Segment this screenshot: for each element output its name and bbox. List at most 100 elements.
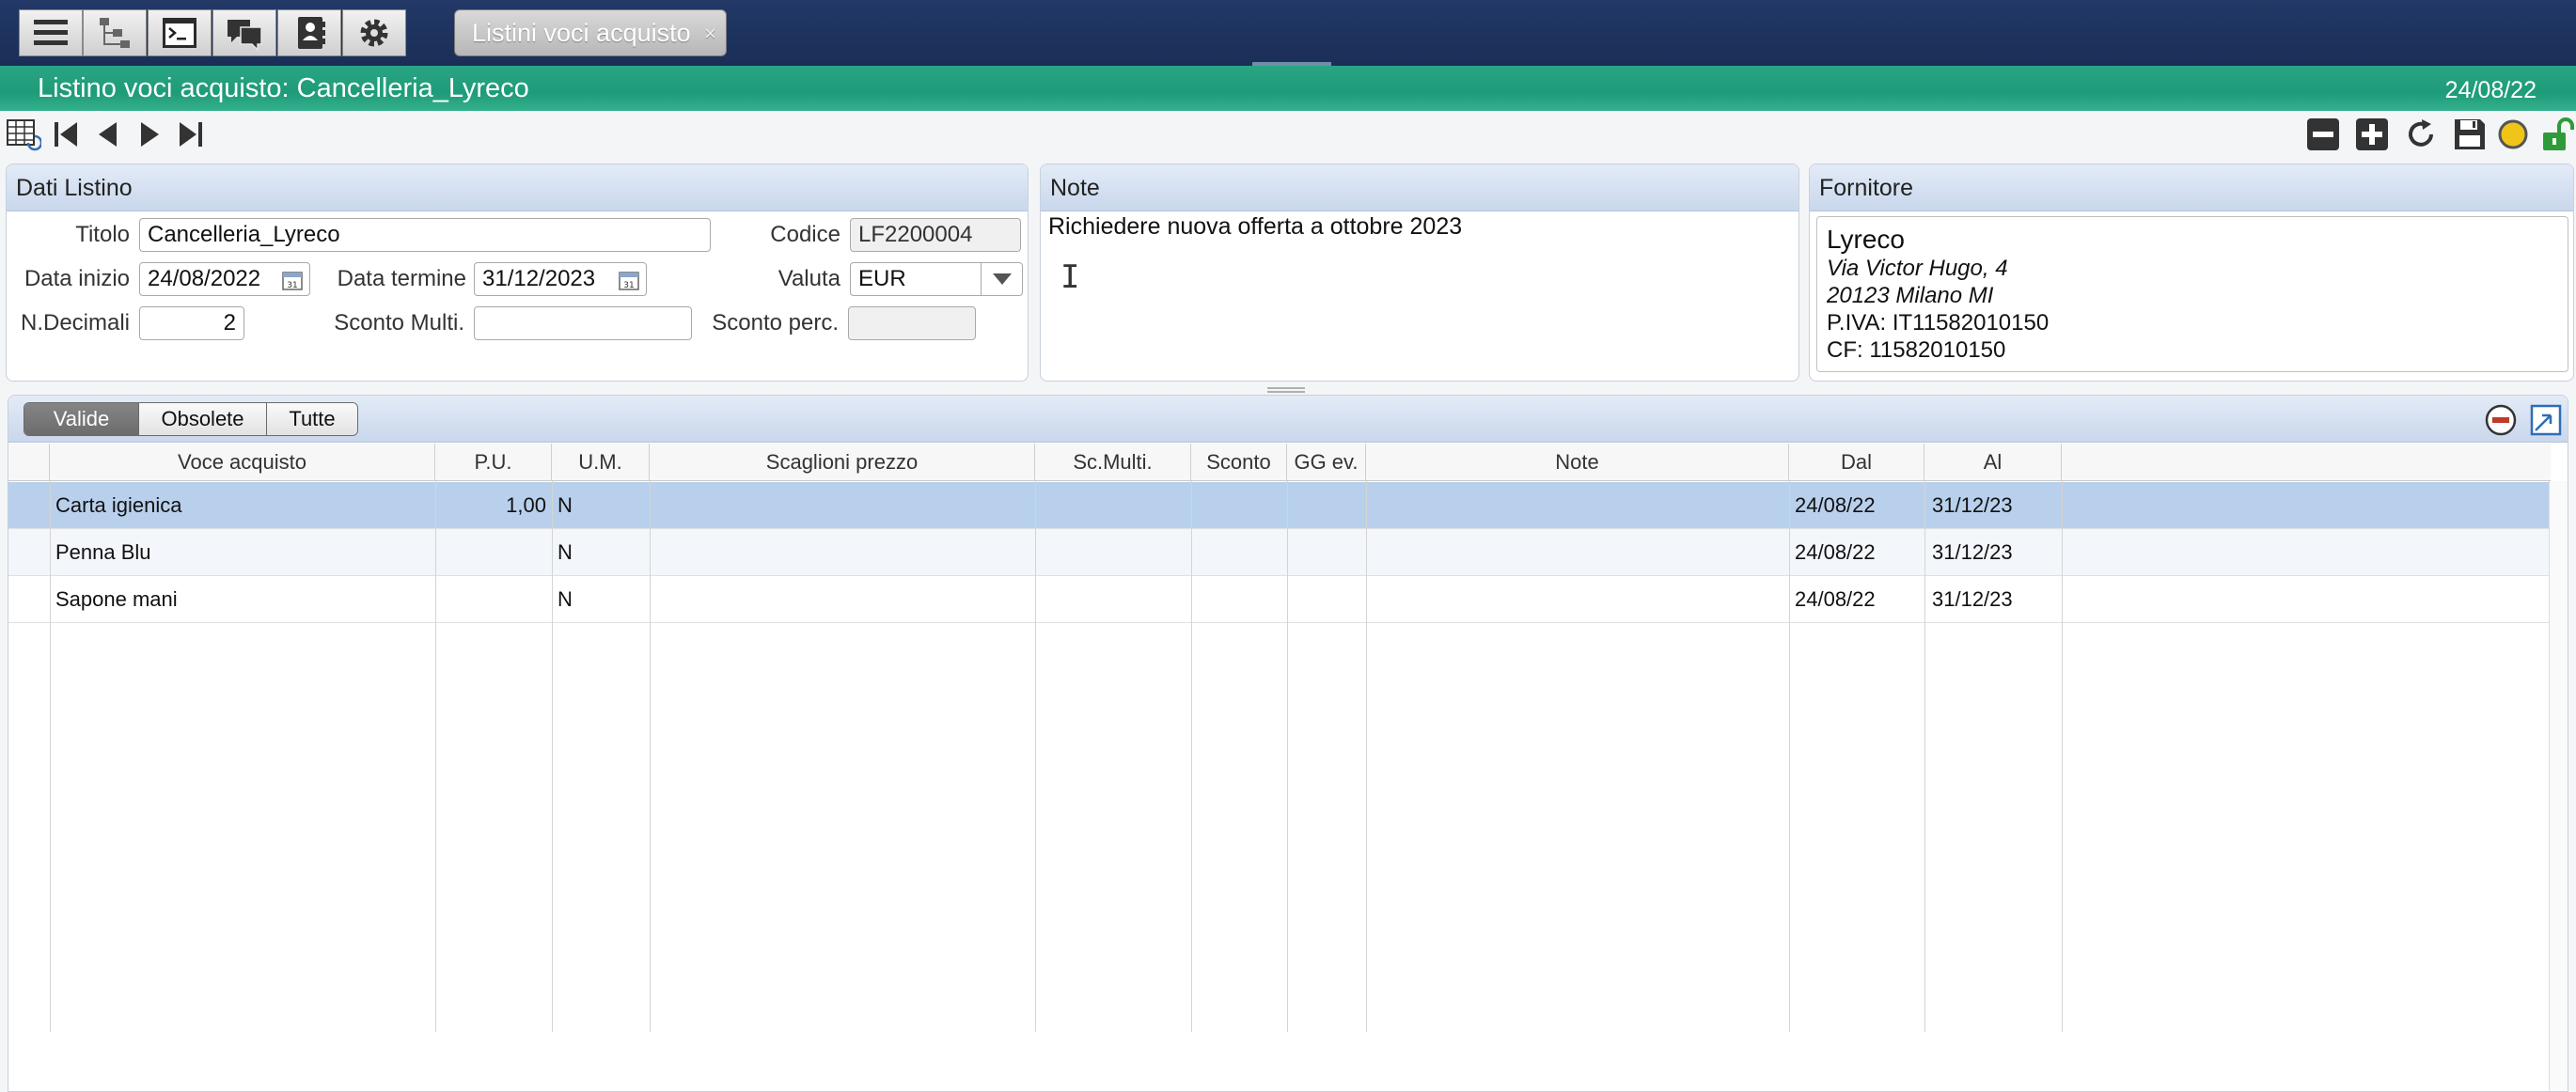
chat-button[interactable] xyxy=(212,9,276,56)
data-termine-label: Data termine xyxy=(337,266,466,291)
column-header-um[interactable]: U.M. xyxy=(552,444,650,481)
filter-tutte-button[interactable]: Tutte xyxy=(267,403,357,435)
column-divider xyxy=(435,481,436,1032)
skip-first-icon xyxy=(55,122,77,147)
cell-um: N xyxy=(558,587,573,611)
column-header-scaglioni[interactable]: Scaglioni prezzo xyxy=(650,444,1035,481)
grid-header-bar: Valide Obsolete Tutte xyxy=(8,396,2568,443)
save-icon xyxy=(2455,119,2485,149)
cell-al: 31/12/23 xyxy=(1932,587,2013,611)
column-header-al[interactable]: Al xyxy=(1924,444,2062,481)
first-record-button[interactable] xyxy=(47,115,86,154)
save-button[interactable] xyxy=(2450,115,2490,154)
next-record-button[interactable] xyxy=(130,115,169,154)
refresh-icon xyxy=(2409,119,2433,147)
column-header-voce[interactable]: Voce acquisto xyxy=(50,444,435,481)
menu-icon xyxy=(34,20,68,45)
supplier-piva: P.IVA: IT11582010150 xyxy=(1827,310,2050,335)
column-divider xyxy=(1789,481,1790,1032)
sconto-perc-field[interactable] xyxy=(848,306,976,340)
data-inizio-label: Data inizio xyxy=(24,266,130,291)
calendar-icon[interactable]: 31 xyxy=(618,269,640,291)
titolo-field[interactable]: Cancelleria_Lyreco xyxy=(139,218,711,252)
column-header-sconto[interactable]: Sconto xyxy=(1191,444,1287,481)
cell-dal: 24/08/22 xyxy=(1795,587,1876,611)
table-row[interactable]: Sapone mani N 24/08/22 31/12/23 xyxy=(8,576,2551,623)
note-textarea[interactable]: Richiedere nuova offerta a ottobre 2023 xyxy=(1048,213,1462,241)
menu-button[interactable] xyxy=(19,9,83,56)
note-header: Note xyxy=(1041,164,1798,211)
valuta-select[interactable]: EUR xyxy=(850,262,1023,296)
supplier-name: Lyreco xyxy=(1827,225,1906,254)
last-record-button[interactable] xyxy=(171,115,211,154)
close-icon[interactable]: × xyxy=(704,22,716,46)
minus-icon xyxy=(2307,118,2339,150)
fornitore-header: Fornitore xyxy=(1810,164,2573,211)
column-header-ggev[interactable]: GG ev. xyxy=(1287,444,1366,481)
tree-button[interactable] xyxy=(83,9,147,56)
next-icon xyxy=(141,122,159,147)
sconto-multi-field[interactable] xyxy=(474,306,692,340)
column-header-note[interactable]: Note xyxy=(1366,444,1789,481)
plus-icon xyxy=(2356,118,2388,150)
unlock-icon xyxy=(2543,117,2574,150)
supplier-address-city: 20123 Milano MI xyxy=(1827,283,1994,308)
filter-valide-button[interactable]: Valide xyxy=(24,403,139,435)
column-header-selector[interactable] xyxy=(8,444,50,481)
add-button[interactable] xyxy=(2352,115,2392,154)
codice-field[interactable]: LF2200004 xyxy=(850,218,1021,252)
note-panel: Note Richiedere nuova offerta a ottobre … xyxy=(1040,164,1799,382)
terminal-button[interactable] xyxy=(148,9,212,56)
cell-pu xyxy=(435,576,552,623)
expand-icon[interactable] xyxy=(2528,402,2564,438)
cell-pu: 1,00 xyxy=(506,493,546,517)
grid-view-button[interactable] xyxy=(4,115,43,154)
ndecimali-label: N.Decimali xyxy=(20,310,130,335)
fornitore-card[interactable]: Lyreco Via Victor Hugo, 4 20123 Milano M… xyxy=(1816,216,2568,372)
ndecimali-field[interactable]: 2 xyxy=(139,306,244,340)
top-bar: Listini voci acquisto × xyxy=(0,0,2576,66)
vertical-scrollbar[interactable] xyxy=(2549,481,2568,1091)
terminal-icon xyxy=(163,18,196,48)
tab-listini-voci-acquisto[interactable]: Listini voci acquisto × xyxy=(454,9,727,56)
filter-segmented-control: Valide Obsolete Tutte xyxy=(24,402,358,436)
table-icon xyxy=(7,119,41,151)
valuta-value: EUR xyxy=(858,266,906,291)
cell-dal: 24/08/22 xyxy=(1795,493,1876,517)
refresh-button[interactable] xyxy=(2401,115,2441,154)
data-inizio-field[interactable]: 24/08/2022 31 xyxy=(139,262,310,296)
titolo-label: Titolo xyxy=(75,222,130,247)
current-date: 24/08/22 xyxy=(2444,77,2537,103)
sconto-perc-label: Sconto perc. xyxy=(712,310,839,335)
data-termine-field[interactable]: 31/12/2023 31 xyxy=(474,262,647,296)
filter-obsolete-button[interactable]: Obsolete xyxy=(139,403,267,435)
remove-row-icon[interactable] xyxy=(2483,402,2519,438)
column-header-dal[interactable]: Dal xyxy=(1789,444,1924,481)
cell-al: 31/12/23 xyxy=(1932,493,2013,517)
lock-button[interactable] xyxy=(2537,115,2576,154)
chevron-down-icon[interactable] xyxy=(981,263,1022,295)
cell-dal: 24/08/22 xyxy=(1795,540,1876,564)
svg-text:31: 31 xyxy=(623,281,634,290)
contacts-button[interactable] xyxy=(277,9,341,56)
cell-pu xyxy=(435,529,552,576)
data-inizio-value: 24/08/2022 xyxy=(148,266,261,291)
column-divider xyxy=(1924,481,1925,1032)
table-row[interactable]: Carta igienica 1,00 N 24/08/22 31/12/23 xyxy=(8,482,2551,529)
previous-icon xyxy=(99,122,117,147)
column-divider xyxy=(1035,481,1036,1032)
text-cursor-icon: I xyxy=(1060,258,1080,296)
column-header-scmulti[interactable]: Sc.Multi. xyxy=(1035,444,1191,481)
status-button[interactable] xyxy=(2493,115,2533,154)
remove-button[interactable] xyxy=(2303,115,2343,154)
settings-button[interactable] xyxy=(342,9,406,56)
data-termine-value: 31/12/2023 xyxy=(482,266,596,291)
column-header-pu[interactable]: P.U. xyxy=(435,444,552,481)
column-divider xyxy=(2062,481,2063,1032)
panel-resize-handle[interactable] xyxy=(1267,387,1305,393)
calendar-icon[interactable]: 31 xyxy=(281,269,304,291)
previous-record-button[interactable] xyxy=(88,115,128,154)
column-divider xyxy=(552,481,553,1032)
cell-al: 31/12/23 xyxy=(1932,540,2013,564)
table-row[interactable]: Penna Blu N 24/08/22 31/12/23 xyxy=(8,529,2551,576)
